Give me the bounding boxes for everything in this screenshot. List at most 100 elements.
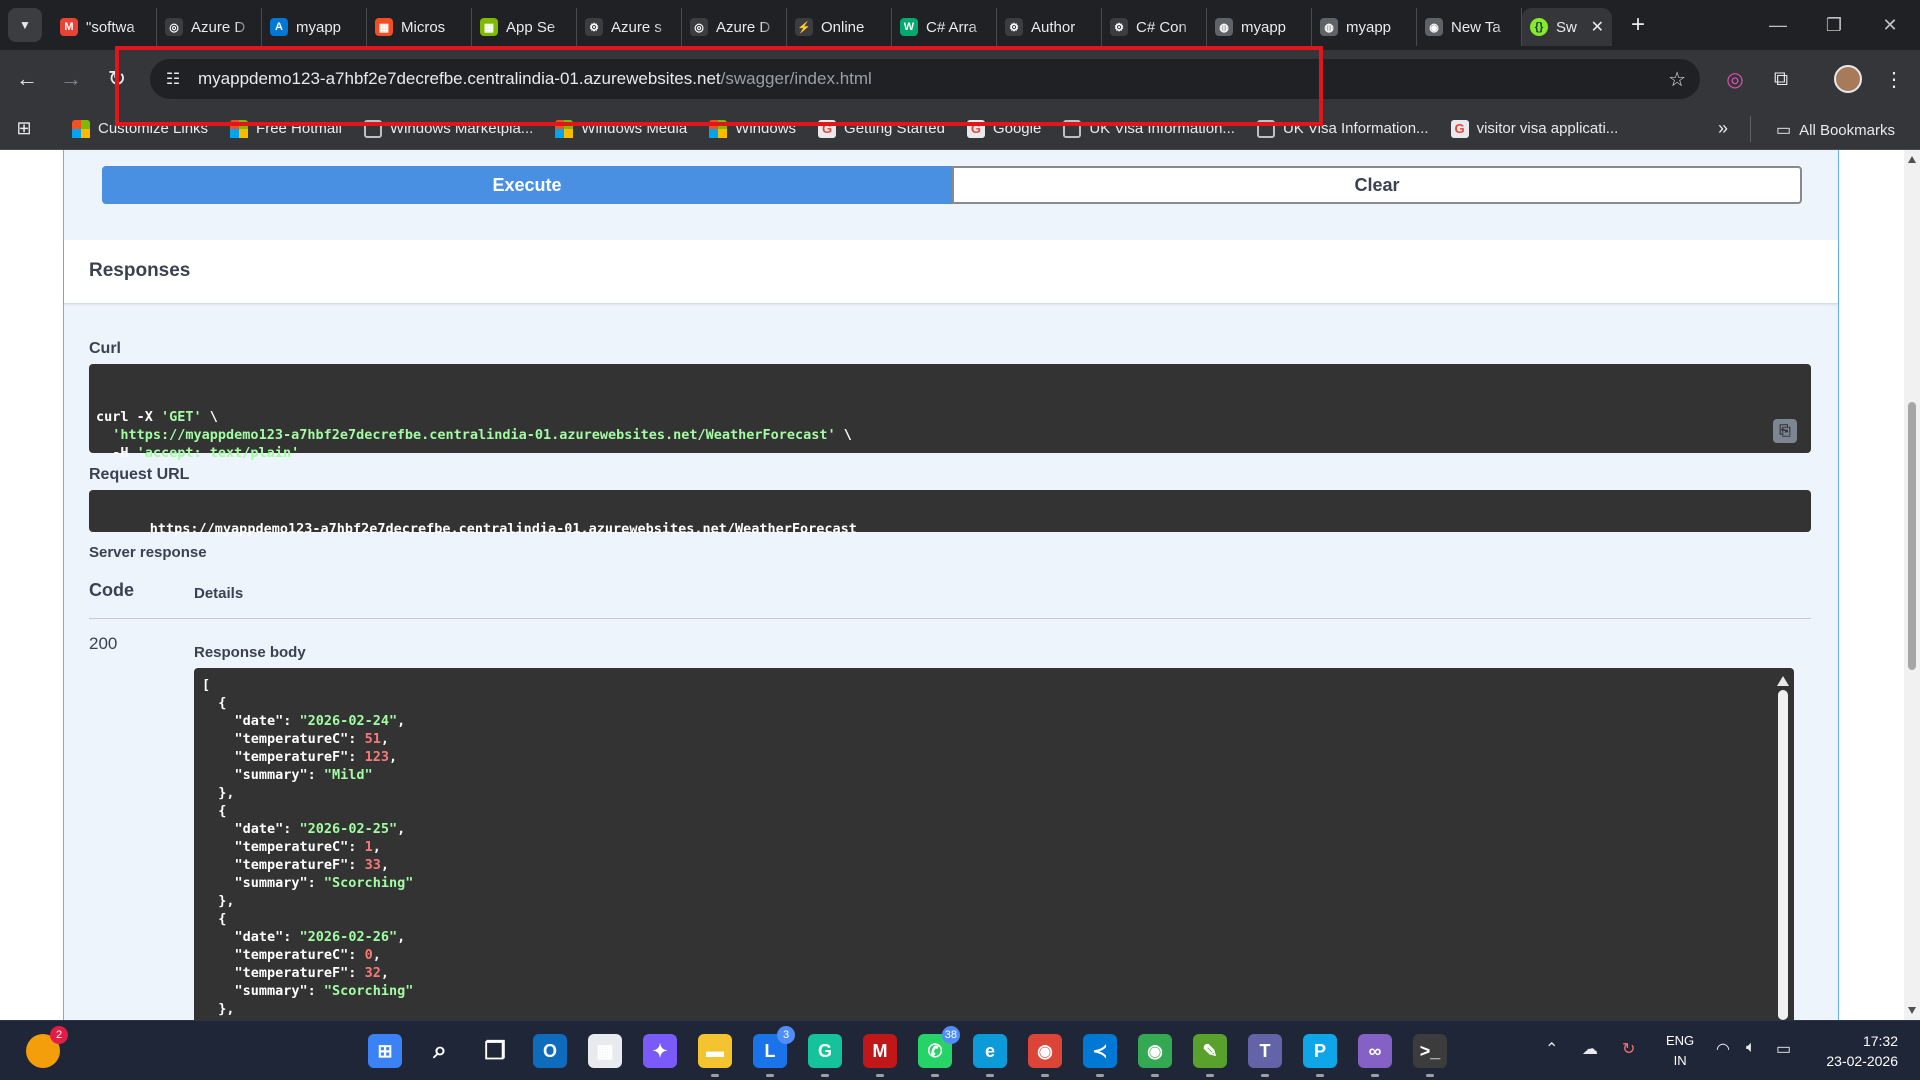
p-app-icon[interactable]: P [1303, 1034, 1337, 1077]
wifi-icon[interactable]: ◠ [1716, 1039, 1730, 1059]
app-badge: 38 [941, 1026, 960, 1044]
site-info-icon[interactable]: ☷ [160, 66, 186, 92]
bookmark-item[interactable]: Gvisitor visa applicati... [1450, 119, 1618, 138]
response-body-code-block[interactable]: [ { "date": "2026-02-24", "temperatureC"… [194, 668, 1794, 1020]
edge-icon[interactable]: e [973, 1034, 1007, 1077]
forward-arrow-icon[interactable]: → [56, 64, 86, 94]
response-scroll-thumb[interactable] [1778, 690, 1788, 1020]
microsoft-icon [230, 119, 249, 138]
browser-tab[interactable]: ▦ Micros [367, 8, 472, 46]
browser-tab[interactable]: ◉ New Ta [1417, 8, 1522, 46]
chrome-icon[interactable]: ◉ [1138, 1034, 1172, 1077]
task-view-icon[interactable]: ❐ [478, 1034, 512, 1068]
server-response-label: Server response [89, 544, 207, 561]
bookmark-item[interactable]: Customize Links [72, 119, 208, 138]
scroll-up-arrow-icon[interactable] [1777, 676, 1789, 686]
browser-tab[interactable]: ⚙ Azure s [577, 8, 682, 46]
restore-icon[interactable]: ❐ [1806, 0, 1862, 50]
active-browser-tab[interactable]: {} Sw ✕ [1522, 8, 1612, 46]
browser-tab[interactable]: ▦ App Se [472, 8, 577, 46]
file-explorer-icon[interactable]: ▬ [698, 1034, 732, 1077]
visual-studio-icon[interactable]: ∞ [1358, 1034, 1392, 1077]
bookmark-item[interactable]: G Google [966, 119, 1041, 138]
copilot-icon[interactable]: ✦ [643, 1034, 677, 1068]
notepad-icon[interactable]: ✎ [1193, 1034, 1227, 1077]
start-icon[interactable]: ⊞ [368, 1034, 402, 1068]
grammarly-icon[interactable]: G [808, 1034, 842, 1077]
page-scroll-down-icon[interactable] [1908, 1007, 1916, 1014]
browser-tab[interactable]: Amyapp [262, 8, 367, 46]
extensions-puzzle-icon[interactable]: ⧉ [1767, 65, 1795, 93]
bookmark-label: UK Visa Information... [1282, 120, 1429, 137]
volume-icon[interactable]: 🔈︎ [1746, 1039, 1756, 1057]
browser-tab[interactable]: ◎ Azure D [157, 8, 262, 46]
page-scroll-up-icon[interactable] [1908, 156, 1916, 163]
whatsapp-icon[interactable]: ✆ 38 [918, 1026, 960, 1077]
bookmark-item[interactable]: Windows Media [555, 119, 687, 138]
responses-header: Responses [64, 240, 1838, 304]
bookmark-item[interactable]: G Getting Started [818, 119, 945, 138]
page-scroll-thumb[interactable] [1908, 402, 1916, 670]
search-icon[interactable]: ⌕ [423, 1034, 457, 1068]
outlook-icon[interactable]: O [533, 1034, 567, 1068]
onedrive-cloud-icon[interactable]: ☁ [1582, 1039, 1598, 1059]
bookmark-item[interactable]: Free Hotmail [230, 119, 342, 138]
close-tab-icon[interactable]: ✕ [1591, 17, 1604, 37]
curl-code-block[interactable]: curl -X 'GET' \ 'https://myappdemo123-a7… [89, 364, 1811, 461]
address-url[interactable]: myappdemo123-a7hbf2e7decrefbe.centralind… [198, 69, 872, 89]
copy-to-clipboard-icon[interactable]: ⎘ [1773, 419, 1797, 443]
vscode-icon[interactable]: ≺ [1083, 1034, 1117, 1077]
back-arrow-icon[interactable]: ← [12, 64, 42, 94]
show-hidden-icons-chevron-icon[interactable]: ⌃ [1545, 1039, 1558, 1059]
browser-tab[interactable]: ⚡ Online [787, 8, 892, 46]
microsoft-icon [709, 119, 728, 138]
running-indicator [1426, 1074, 1434, 1077]
windows-taskbar: 2 ⊞ ⌕ ❐ O ▦ ✦ ▬ L 3 G M ✆ 38 e ◉ ≺ ◉ ✎ T P ∞ >_ ⌃ ☁ ↻ ENG IN … [0, 1020, 1920, 1080]
teams-icon[interactable]: T [1248, 1034, 1282, 1077]
weather-widget-icon[interactable]: 2 [26, 1026, 68, 1068]
extension-colorful-icon[interactable]: ◎ [1721, 65, 1749, 93]
store-icon[interactable]: ▦ [588, 1034, 622, 1068]
browser-tab[interactable]: ⚙ C# Con [1102, 8, 1207, 46]
all-bookmarks[interactable]: ▭ All Bookmarks [1776, 120, 1895, 140]
browser-tab[interactable]: ◍ myapp [1312, 8, 1417, 46]
terminal-icon[interactable]: >_ [1413, 1034, 1447, 1077]
request-url-box[interactable]: https://myappdemo123-a7hbf2e7decrefbe.ce… [89, 490, 1811, 537]
bookmark-item[interactable]: Windows Marketpla... [363, 119, 533, 138]
minimize-icon[interactable]: — [1750, 0, 1806, 50]
chrome-dev-icon[interactable]: ◉ [1028, 1034, 1062, 1077]
browser-tab[interactable]: ◍ myapp [1207, 8, 1312, 46]
globe-icon: ◍ [1320, 18, 1338, 36]
reload-icon[interactable]: ↻ [102, 64, 132, 94]
battery-icon[interactable]: ▭ [1776, 1039, 1791, 1059]
openai-icon: ◎ [690, 18, 708, 36]
page-scrollbar[interactable] [1904, 150, 1920, 1020]
browser-tab[interactable]: M "softwa [52, 8, 157, 46]
new-tab-plus-icon[interactable]: + [1620, 7, 1656, 43]
browser-tab[interactable]: ◎ Azure D [682, 8, 787, 46]
more-bookmarks-chevron-icon[interactable]: » [1718, 118, 1728, 139]
execute-button[interactable]: Execute [102, 166, 952, 204]
curl-lines: curl -X 'GET' \ 'https://myappdemo123-a7… [96, 408, 1804, 462]
tab-title: Micros [401, 18, 446, 36]
apps-grid-icon[interactable]: ⊞ [12, 117, 36, 141]
bookmark-star-icon[interactable]: ☆ [1668, 67, 1686, 92]
mcafee-icon[interactable]: M [863, 1034, 897, 1077]
menu-kebab-icon[interactable]: ⋮ [1880, 65, 1908, 93]
close-window-icon[interactable]: ✕ [1862, 0, 1918, 50]
bookmark-item[interactable]: Windows [709, 119, 796, 138]
sync-icon[interactable]: ↻ [1622, 1039, 1635, 1059]
browser-tab[interactable]: W C# Arra [892, 8, 997, 46]
language-indicator[interactable]: ENG IN [1666, 1031, 1694, 1071]
clear-button[interactable]: Clear [952, 166, 1802, 204]
bookmark-item[interactable]: UK Visa Information... [1063, 119, 1235, 138]
response-body-scrollbar[interactable] [1777, 676, 1789, 1020]
address-bar[interactable]: ☷ myappdemo123-a7hbf2e7decrefbe.centrali… [150, 59, 1700, 99]
tab-search-chevron-icon[interactable]: ▼ [8, 8, 42, 42]
l-app-icon[interactable]: L3 [753, 1026, 795, 1077]
profile-avatar[interactable] [1834, 65, 1862, 93]
bookmark-item[interactable]: UK Visa Information... [1256, 119, 1429, 138]
response-body-label: Response body [194, 644, 306, 661]
system-clock[interactable]: 17:32 23-02-2026 [1826, 1031, 1898, 1071]
browser-tab[interactable]: ⚙ Author [997, 8, 1102, 46]
